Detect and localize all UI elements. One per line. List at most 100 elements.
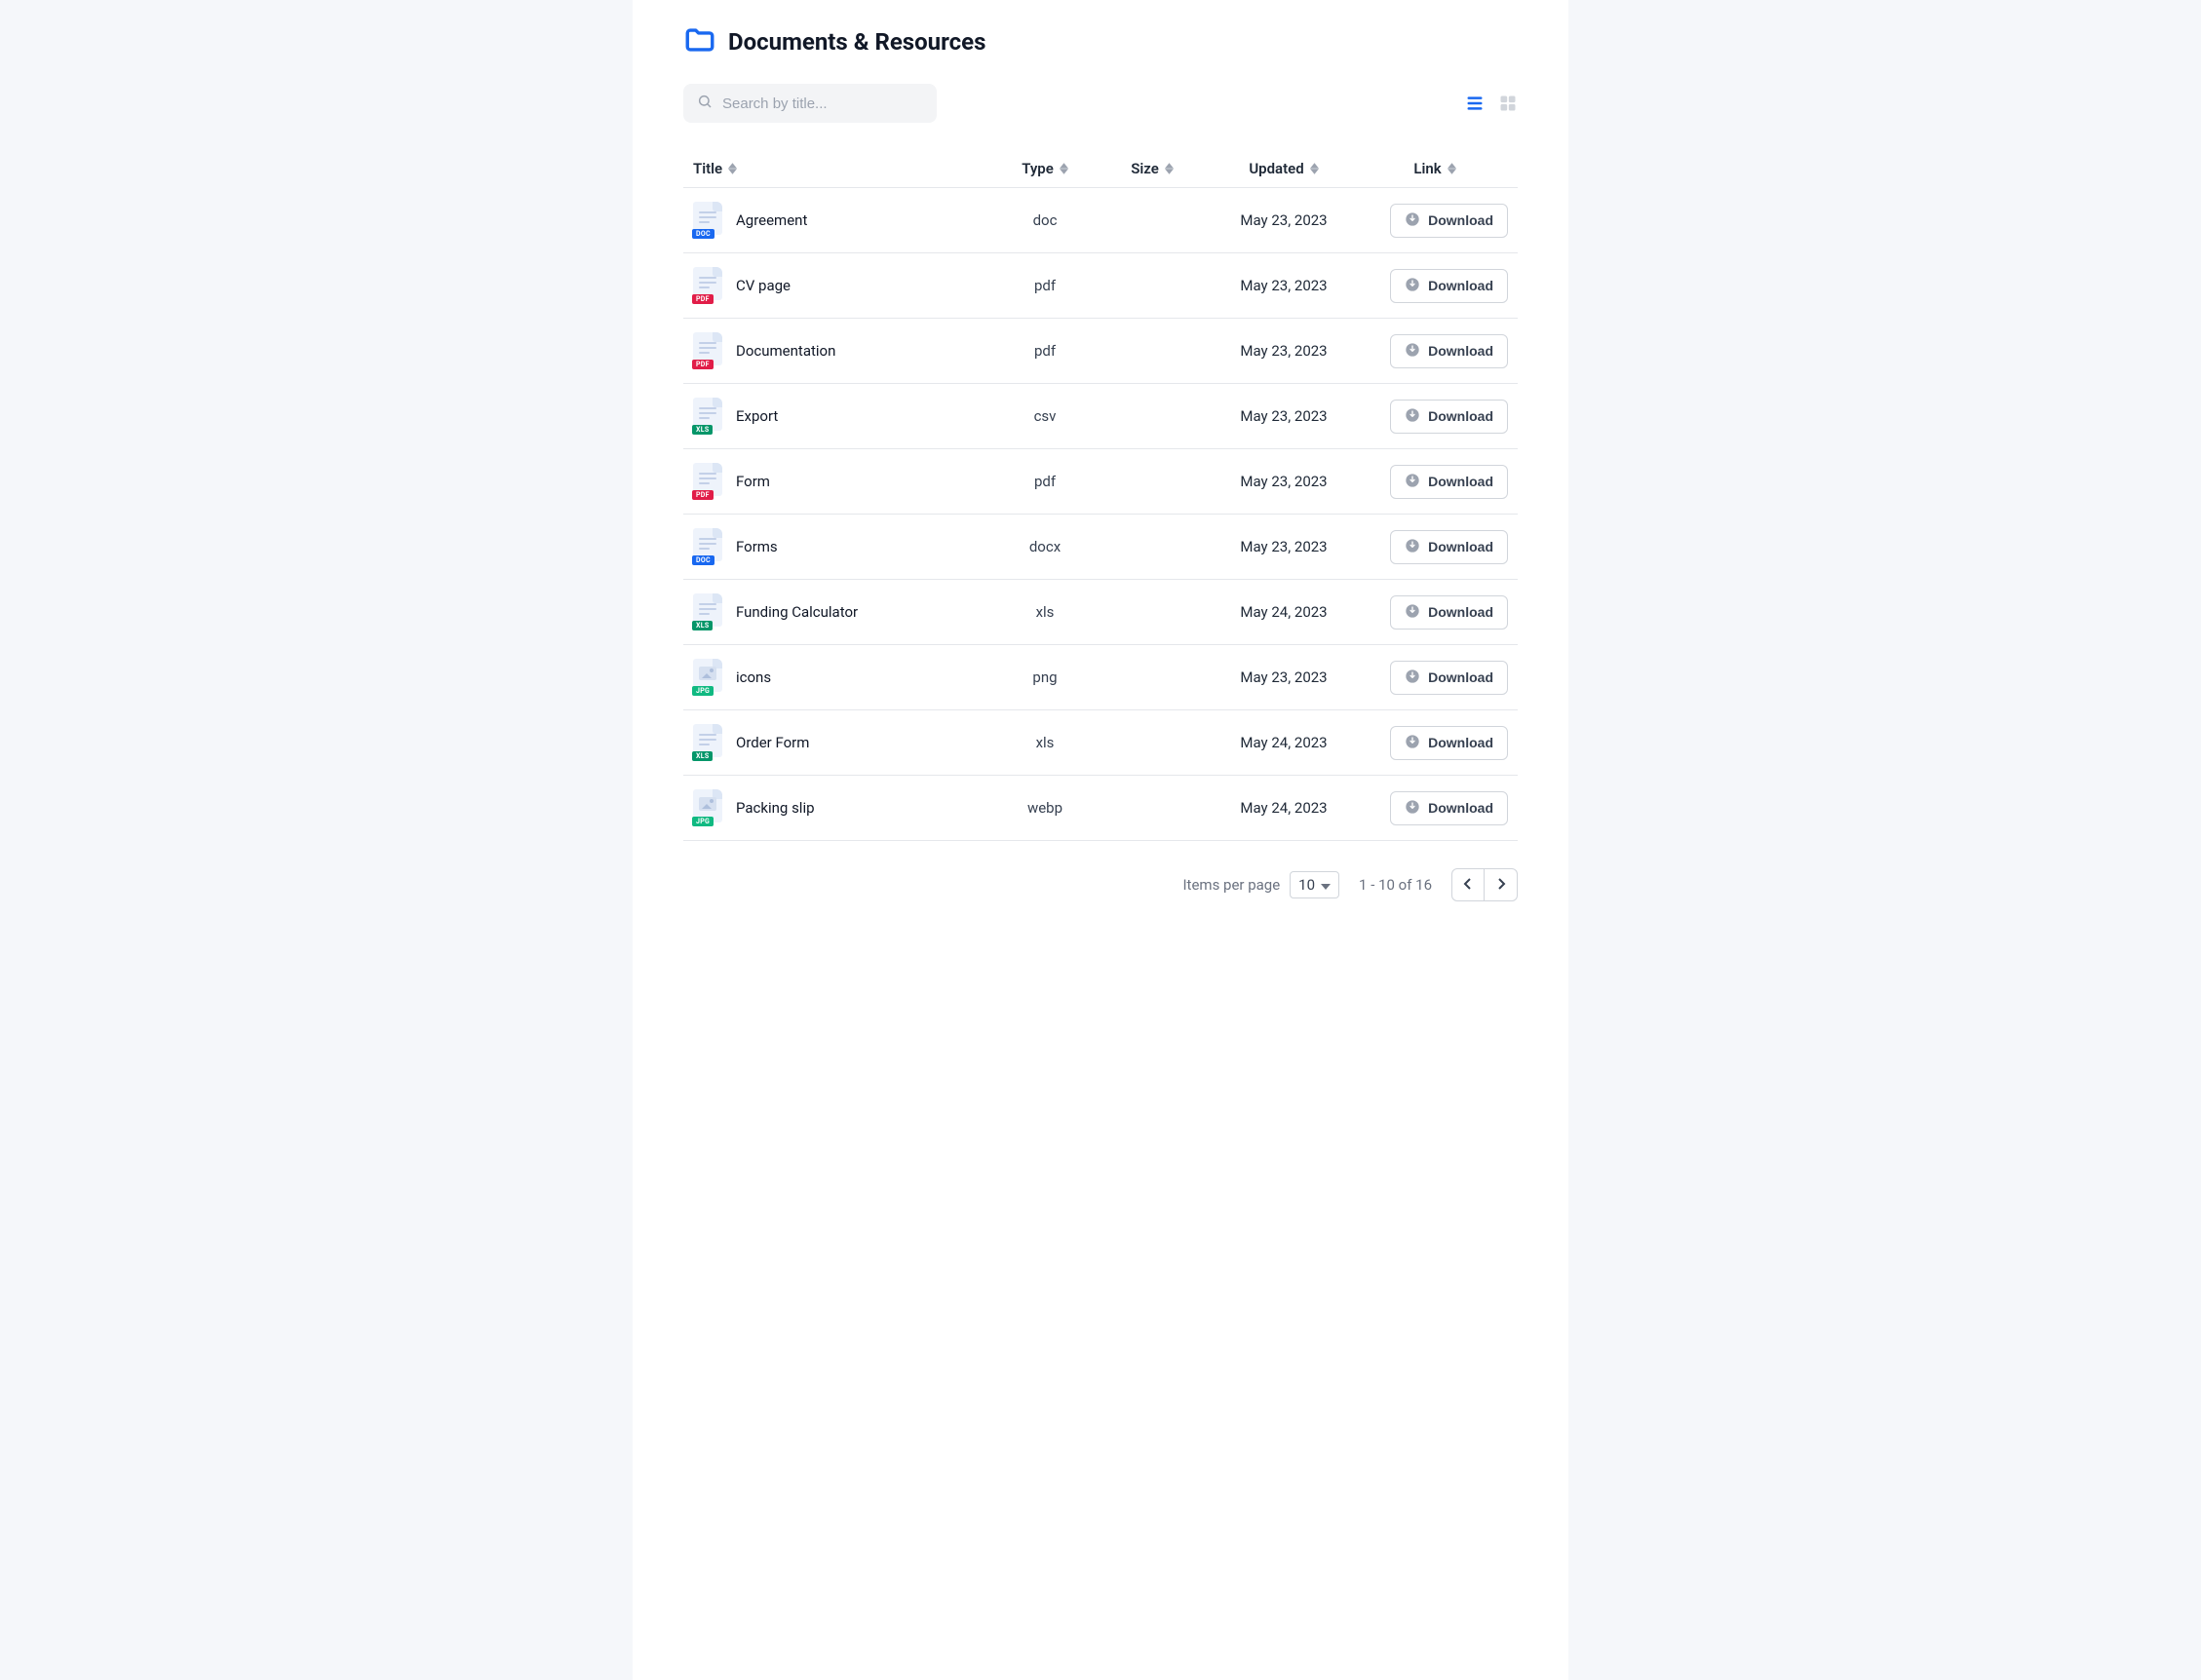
file-title: Packing slip: [736, 799, 815, 817]
items-per-page-value: 10: [1298, 876, 1315, 894]
download-button[interactable]: Download: [1390, 595, 1508, 630]
file-type-icon: JPG: [693, 789, 722, 826]
cell-title: JPG Packing slip: [693, 789, 991, 826]
sort-icon: [1310, 163, 1319, 174]
table-row: PDF Form pdf May 23, 2023 Download: [683, 449, 1518, 515]
pager: [1451, 868, 1518, 901]
pagination-footer: Items per page 10 1 - 10 of 16: [683, 841, 1518, 901]
file-type-icon: PDF: [693, 267, 722, 304]
download-button[interactable]: Download: [1390, 204, 1508, 238]
view-toggle: [1465, 94, 1518, 113]
column-type-label: Type: [1022, 160, 1054, 177]
download-icon: [1405, 538, 1420, 556]
cell-updated: May 23, 2023: [1206, 211, 1362, 229]
download-button[interactable]: Download: [1390, 465, 1508, 499]
cell-title: PDF CV page: [693, 267, 991, 304]
cell-type: doc: [991, 211, 1099, 229]
list-view-button[interactable]: [1465, 94, 1485, 113]
cell-updated: May 23, 2023: [1206, 407, 1362, 425]
download-label: Download: [1428, 343, 1493, 359]
table-row: JPG Packing slip webp May 24, 2023 Downl…: [683, 776, 1518, 841]
download-button[interactable]: Download: [1390, 791, 1508, 825]
cell-type: xls: [991, 734, 1099, 751]
file-title: Agreement: [736, 211, 807, 229]
download-label: Download: [1428, 800, 1493, 816]
file-type-icon: JPG: [693, 659, 722, 696]
download-button[interactable]: Download: [1390, 661, 1508, 695]
download-button[interactable]: Download: [1390, 269, 1508, 303]
download-label: Download: [1428, 474, 1493, 489]
page-header: Documents & Resources: [683, 23, 1518, 60]
file-title: Export: [736, 407, 778, 425]
cell-link: Download: [1362, 530, 1508, 564]
cell-title: JPG icons: [693, 659, 991, 696]
grid-view-button[interactable]: [1498, 94, 1518, 113]
items-per-page-label: Items per page: [1182, 876, 1280, 894]
table-row: PDF CV page pdf May 23, 2023 Download: [683, 253, 1518, 319]
download-label: Download: [1428, 735, 1493, 750]
table-body: DOC Agreement doc May 23, 2023 Download …: [683, 188, 1518, 841]
table-row: XLS Export csv May 23, 2023 Download: [683, 384, 1518, 449]
cell-title: XLS Order Form: [693, 724, 991, 761]
sort-icon: [728, 163, 737, 174]
documents-table: Title Type Size: [683, 150, 1518, 841]
file-title: Order Form: [736, 734, 809, 751]
download-button[interactable]: Download: [1390, 334, 1508, 368]
download-icon: [1405, 734, 1420, 752]
cell-type: pdf: [991, 277, 1099, 294]
search-container: [683, 84, 937, 123]
file-title: icons: [736, 668, 771, 686]
column-title-label: Title: [693, 160, 722, 177]
download-label: Download: [1428, 604, 1493, 620]
download-icon: [1405, 603, 1420, 622]
file-type-icon: DOC: [693, 528, 722, 565]
prev-page-button[interactable]: [1451, 868, 1485, 901]
cell-type: csv: [991, 407, 1099, 425]
cell-type: png: [991, 668, 1099, 686]
cell-link: Download: [1362, 595, 1508, 630]
cell-updated: May 24, 2023: [1206, 799, 1362, 817]
search-input[interactable]: [722, 95, 923, 112]
toolbar: [683, 84, 1518, 123]
cell-title: PDF Documentation: [693, 332, 991, 369]
download-button[interactable]: Download: [1390, 530, 1508, 564]
download-label: Download: [1428, 539, 1493, 554]
download-icon: [1405, 473, 1420, 491]
cell-link: Download: [1362, 465, 1508, 499]
cell-updated: May 24, 2023: [1206, 603, 1362, 621]
column-updated[interactable]: Updated: [1206, 160, 1362, 177]
next-page-button[interactable]: [1485, 868, 1518, 901]
items-per-page-select[interactable]: 10: [1290, 871, 1339, 898]
cell-updated: May 23, 2023: [1206, 342, 1362, 360]
table-row: PDF Documentation pdf May 23, 2023 Downl…: [683, 319, 1518, 384]
folder-icon: [683, 23, 716, 60]
column-size[interactable]: Size: [1099, 160, 1206, 177]
cell-updated: May 23, 2023: [1206, 668, 1362, 686]
download-button[interactable]: Download: [1390, 726, 1508, 760]
search-icon: [697, 94, 713, 113]
cell-type: pdf: [991, 342, 1099, 360]
table-row: DOC Forms docx May 23, 2023 Download: [683, 515, 1518, 580]
column-type[interactable]: Type: [991, 160, 1099, 177]
cell-type: pdf: [991, 473, 1099, 490]
file-type-icon: XLS: [693, 724, 722, 761]
cell-title: XLS Funding Calculator: [693, 593, 991, 630]
table-row: DOC Agreement doc May 23, 2023 Download: [683, 188, 1518, 253]
sort-icon: [1448, 163, 1456, 174]
cell-link: Download: [1362, 269, 1508, 303]
table-row: XLS Order Form xls May 24, 2023 Download: [683, 710, 1518, 776]
file-type-icon: XLS: [693, 398, 722, 435]
cell-link: Download: [1362, 791, 1508, 825]
download-button[interactable]: Download: [1390, 400, 1508, 434]
download-label: Download: [1428, 212, 1493, 228]
file-title: Funding Calculator: [736, 603, 858, 621]
cell-title: DOC Forms: [693, 528, 991, 565]
column-link[interactable]: Link: [1362, 160, 1508, 177]
sort-icon: [1165, 163, 1174, 174]
file-title: CV page: [736, 277, 791, 294]
cell-link: Download: [1362, 400, 1508, 434]
cell-title: XLS Export: [693, 398, 991, 435]
download-label: Download: [1428, 408, 1493, 424]
cell-updated: May 23, 2023: [1206, 473, 1362, 490]
column-title[interactable]: Title: [693, 160, 991, 177]
